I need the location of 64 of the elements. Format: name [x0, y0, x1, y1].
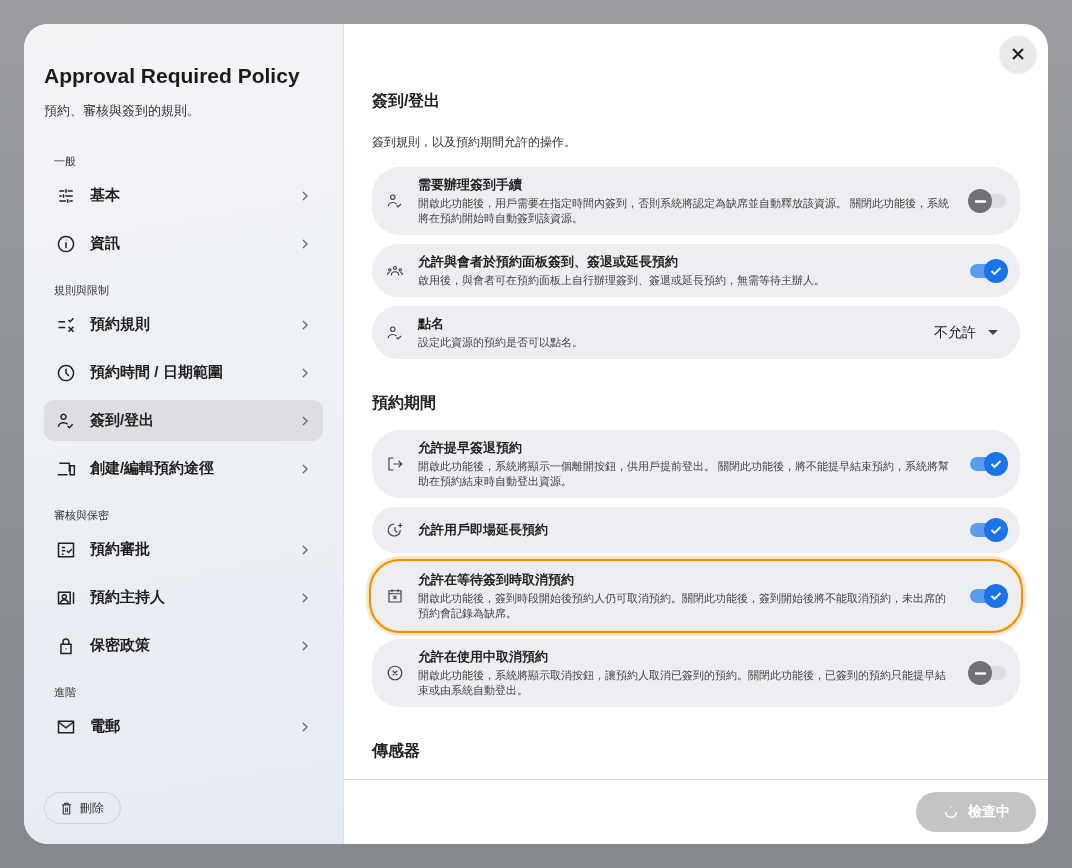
toggle-switch[interactable]: [970, 518, 1006, 542]
setting-description: 開啟此功能後，簽到時段開始後預約人仍可取消預約。關閉此功能後，簽到開始後將不能取消預約，未出席的預約會記錄為缺席。: [418, 591, 947, 621]
group-label: 規則與限制: [53, 283, 110, 298]
close-button[interactable]: [1000, 36, 1036, 72]
sidebar-item[interactable]: 創建/編輯預約途徑: [44, 448, 323, 489]
chevron-icon: [301, 189, 309, 202]
chevron-icon: [301, 591, 309, 604]
trash-icon: [61, 801, 72, 815]
setting-description: 開啟此功能後，系統將顯示取消按鈕，讓預約人取消已簽到的預約。關閉此功能後，已簽到的預約只能提早結束或由系統自動登出。: [418, 668, 947, 698]
chevron-icon: [301, 639, 309, 652]
dialog-title: Approval Required Policy: [44, 64, 301, 88]
setting-description: 開啟此功能後，系統將顯示一個離開按鈕，供用戶提前登出。 關閉此功能後，將不能提早結束預約，系統將幫助在預約結束時自動登出資源。: [418, 459, 950, 489]
chevron-icon: [301, 366, 309, 379]
close-icon: [1011, 47, 1025, 61]
sidebar-item[interactable]: 預約主持人: [44, 577, 323, 618]
setting-title: 允許在使用中取消預約: [418, 648, 549, 666]
chevron-icon: [301, 237, 309, 250]
setting-title: 允許用戶即場延長預約: [418, 521, 549, 539]
toggle-switch[interactable]: [970, 452, 1006, 476]
setting-title: 允許在等待簽到時取消預約: [418, 571, 575, 589]
setting-icon: [386, 323, 404, 342]
toggle-switch[interactable]: [970, 258, 1006, 283]
chevron-icon: [301, 414, 309, 427]
setting-icon: [386, 455, 404, 473]
sidebar-item[interactable]: 預約審批: [44, 529, 323, 570]
setting-title: 需要辦理簽到手續: [418, 176, 523, 194]
dialog-subtitle: 預約、審核與簽到的規則。: [44, 102, 201, 120]
setting-icon: [386, 664, 404, 682]
sidebar-item[interactable]: 資訊: [44, 223, 323, 264]
section-title: 預約期間: [372, 393, 437, 413]
setting-icon: [386, 521, 404, 539]
setting-description: 設定此資源的預約是否可以點名。: [418, 335, 584, 350]
sidebar-item[interactable]: 預約時間 / 日期範圍: [44, 352, 323, 393]
chevron-icon: [301, 318, 309, 331]
setting-title: 允許提早簽退預約: [418, 439, 523, 457]
minus-icon: [974, 199, 986, 203]
section-title: 傳感器: [372, 741, 421, 761]
group-label: 審核與保密: [53, 508, 110, 523]
group-label: 一般: [53, 154, 77, 169]
toggle-switch[interactable]: [970, 661, 1006, 685]
setting-title: 點名: [418, 315, 445, 333]
section-title: 簽到/登出: [372, 91, 442, 111]
chevron-icon: [301, 720, 309, 733]
sidebar-item[interactable]: 保密政策: [44, 625, 323, 666]
nav-icon: [56, 362, 76, 383]
group-label: 進階: [53, 685, 77, 700]
sidebar-item[interactable]: 電郵: [44, 706, 323, 747]
toggle-switch[interactable]: [970, 584, 1006, 608]
setting-description: 開啟此功能後，用戶需要在指定時間內簽到，否則系統將認定為缺席並自動釋放該資源。 關閉此功能後，系統將在預約開始時自動簽到該資源。: [418, 196, 950, 226]
sidebar-item[interactable]: 基本: [44, 175, 323, 216]
nav-icon: [56, 233, 76, 254]
section-description: 簽到規則，以及預約期間允許的操作。: [372, 134, 577, 151]
sidebar-item[interactable]: 簽到/登出: [44, 400, 323, 441]
chevron-icon: [301, 462, 309, 475]
minus-icon: [974, 671, 986, 675]
toggle-switch[interactable]: [970, 189, 1006, 213]
setting-icon: [386, 192, 404, 210]
setting-description: 啟用後，與會者可在預約面板上自行辦理簽到、簽退或延長預約，無需等待主辦人。: [418, 273, 826, 288]
chevron-icon: [301, 543, 309, 556]
setting-title: 允許與會者於預約面板簽到、簽退或延長預約: [418, 253, 679, 271]
setting-icon: [386, 587, 404, 605]
dropdown[interactable]: 不允許: [934, 323, 1006, 342]
caret-icon: [988, 330, 998, 335]
sidebar-item[interactable]: 預約規則: [44, 304, 323, 345]
